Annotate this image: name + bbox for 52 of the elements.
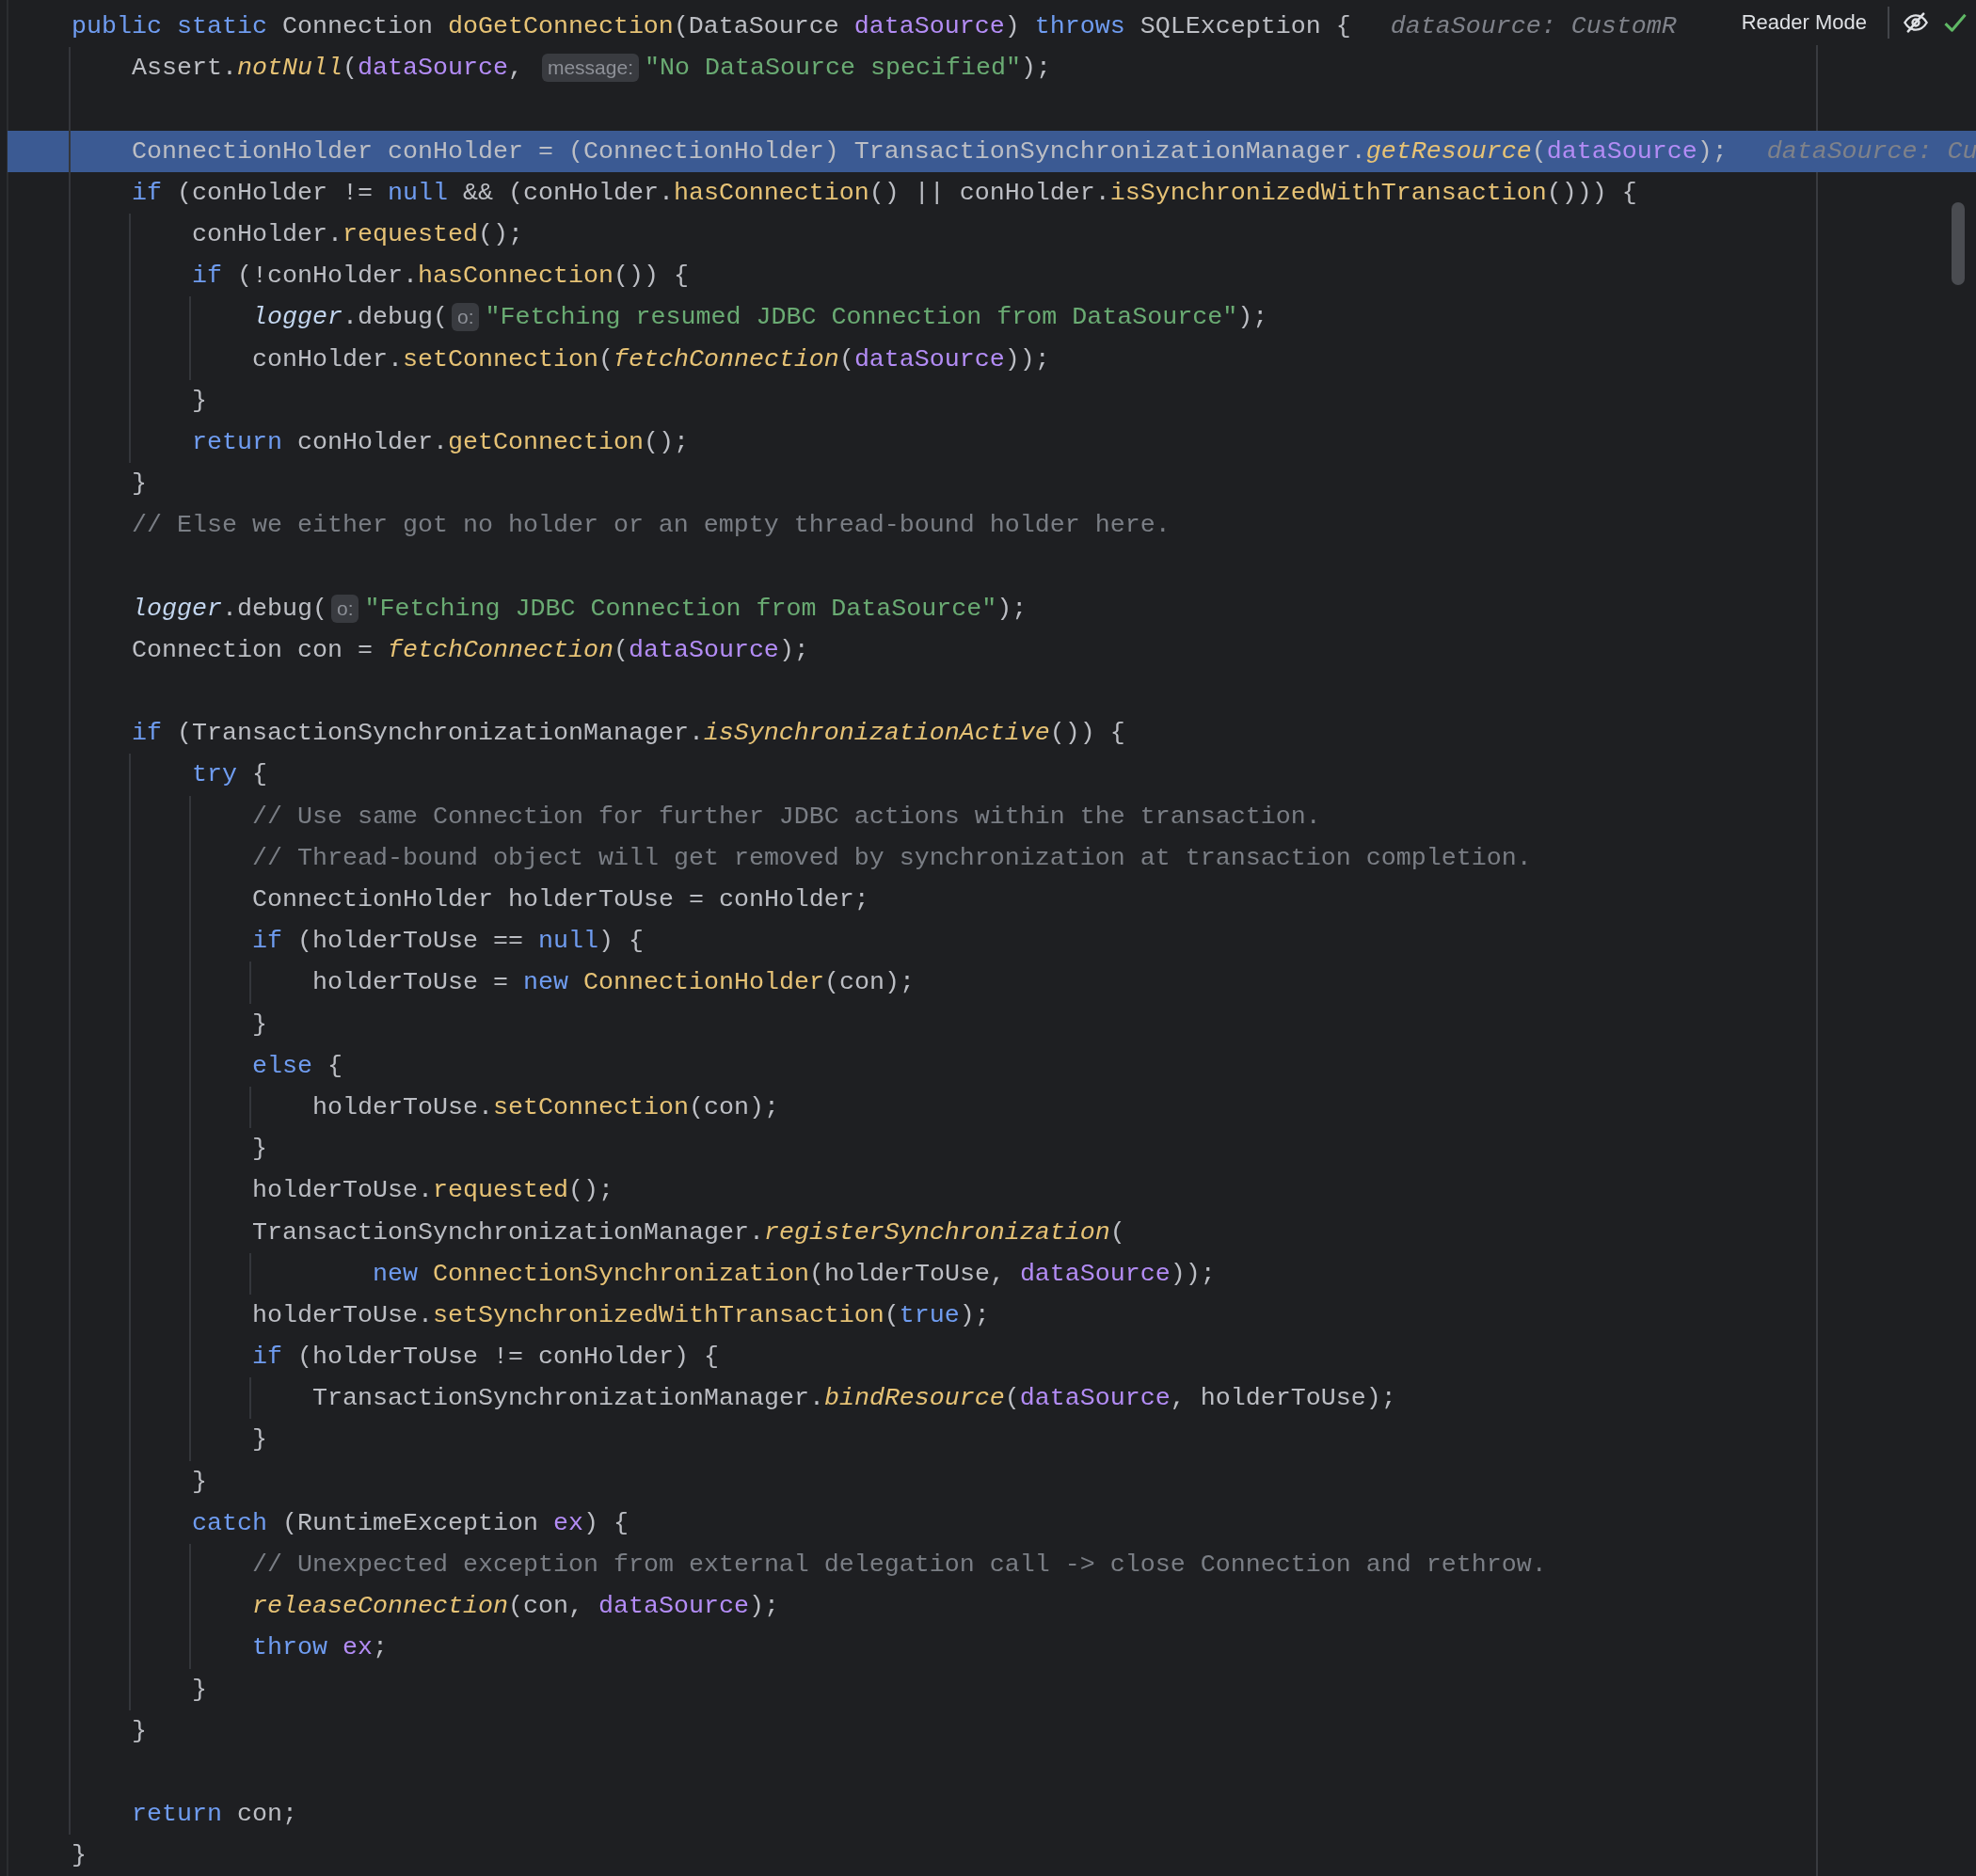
code-text: if (TransactionSynchronizationManager.isSynchronizationActive()) { — [132, 719, 1125, 748]
code-text: if (holderToUse == null) { — [252, 927, 644, 956]
code-text: } — [252, 1010, 267, 1039]
code-text: Assert.notNull(dataSource, — [132, 54, 524, 83]
code-text: } — [252, 1425, 267, 1455]
code-text: } — [132, 1716, 147, 1745]
code-text: // Unexpected exception from external delegation call -> close Connection and rethrow. — [252, 1550, 1547, 1580]
parameter-name-hint: o: — [451, 303, 480, 332]
code-text: holderToUse.setSynchronizedWithTransaction(true); — [252, 1300, 990, 1329]
code-text: public static Connection doGetConnection(DataSource dataSource) throws SQLException { — [72, 12, 1351, 41]
code-text: catch (RuntimeException ex) { — [192, 1508, 629, 1537]
code-text: } — [72, 1841, 87, 1870]
parameter-name-hint: o: — [330, 594, 359, 623]
code-text: TransactionSynchronizationManager.bindResource(dataSource, holderToUse); — [312, 1384, 1396, 1413]
code-text: Connection con = fetchConnection(dataSource); — [132, 635, 809, 664]
code-text: conHolder.requested(); — [192, 220, 523, 249]
code-text: holderToUse = new ConnectionHolder(con); — [312, 968, 915, 997]
code-text: return con; — [132, 1800, 297, 1829]
code-text: if (holderToUse != conHolder) { — [252, 1343, 719, 1372]
code-text: if (conHolder != null && (conHolder.hasConnection() || conHolder.isSynchronizedWithTransaction())) { — [132, 178, 1637, 207]
code-text: // Thread-bound object will get removed by synchronization at transaction completion. — [252, 843, 1532, 872]
code-text: holderToUse.setConnection(con); — [312, 1092, 779, 1121]
parameter-name-hint: message: — [541, 54, 639, 83]
code-text: "Fetching resumed JDBC Connection from DataSource"); — [485, 303, 1268, 332]
code-text: } — [252, 1135, 267, 1164]
inlay-value-hint: dataSource: Cu — [1766, 136, 1976, 166]
eye-crossed-icon[interactable] — [1903, 9, 1929, 36]
code-text: ConnectionHolder holderToUse = conHolder; — [252, 885, 869, 914]
code-text: TransactionSynchronizationManager.registerSynchronization( — [252, 1217, 1125, 1247]
code-text: } — [132, 469, 147, 499]
code-text: try { — [192, 760, 267, 789]
code-text: } — [192, 1467, 207, 1496]
code-text: } — [192, 1675, 207, 1704]
code-text: if (!conHolder.hasConnection()) { — [192, 262, 689, 291]
code-text: else { — [252, 1051, 343, 1080]
code-text: ConnectionHolder conHolder = (ConnectionHolder) TransactionSynchronizationManager.getResource(dataSource); — [132, 136, 1728, 166]
code-text: return conHolder.getConnection(); — [192, 427, 689, 456]
code-text: // Use same Connection for further JDBC actions within the transaction. — [252, 802, 1321, 831]
code-text: logger.debug( — [252, 303, 448, 332]
code-text: releaseConnection(con, dataSource); — [252, 1592, 779, 1621]
code-text: logger.debug( — [132, 594, 327, 623]
code-text: conHolder.setConnection(fetchConnection(dataSource)); — [252, 344, 1050, 374]
code-text: holderToUse.requested(); — [252, 1176, 614, 1205]
code-text: new ConnectionSynchronization(holderToUse, dataSource)); — [373, 1259, 1216, 1288]
code-text: "Fetching JDBC Connection from DataSource"); — [364, 594, 1028, 623]
code-text: } — [192, 386, 207, 415]
inlay-value-hint: dataSource: CustomR — [1390, 12, 1677, 41]
scrollbar-thumb[interactable] — [1952, 202, 1965, 285]
code-text: throw ex; — [252, 1633, 388, 1662]
code-text: // Else we either got no holder or an empty thread-bound holder here. — [132, 511, 1171, 540]
reader-mode-button[interactable]: Reader Mode — [1733, 7, 1874, 39]
code-text: "No DataSource specified"); — [645, 54, 1051, 83]
